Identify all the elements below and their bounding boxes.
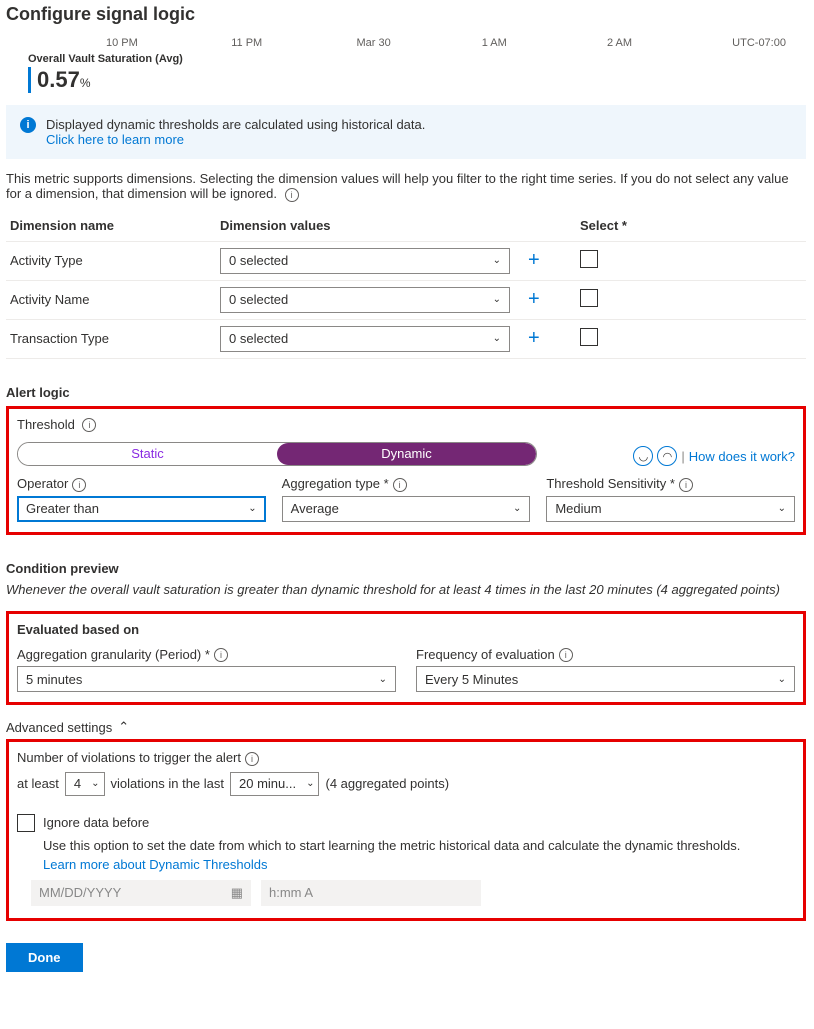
info-icon[interactable]: i bbox=[679, 478, 693, 492]
info-icon[interactable]: i bbox=[72, 478, 86, 492]
table-row: Activity Name 0 selected⌄ + bbox=[6, 280, 806, 319]
dimensions-table: Dimension name Dimension values Select *… bbox=[6, 210, 806, 359]
timeline: 10 PM 11 PM Mar 30 1 AM 2 AM UTC-07:00 bbox=[6, 37, 806, 49]
chevron-up-icon: ⌃ bbox=[118, 719, 129, 735]
info-icon[interactable]: i bbox=[393, 478, 407, 492]
time-tick: 2 AM bbox=[607, 37, 732, 49]
col-dimension-name: Dimension name bbox=[6, 210, 216, 242]
dimension-value-select[interactable]: 0 selected⌄ bbox=[220, 287, 510, 313]
info-banner: i Displayed dynamic thresholds are calcu… bbox=[6, 105, 806, 159]
period-select[interactable]: 5 minutes⌄ bbox=[17, 666, 396, 692]
add-dimension-button[interactable]: + bbox=[520, 288, 548, 310]
calendar-icon: ▦ bbox=[231, 885, 243, 901]
threshold-toggle: Static Dynamic bbox=[17, 442, 537, 466]
sensitivity-select[interactable]: Medium⌄ bbox=[546, 496, 795, 522]
learn-dynamic-thresholds-link[interactable]: Learn more about Dynamic Thresholds bbox=[43, 857, 795, 872]
chevron-down-icon: ⌄ bbox=[493, 333, 501, 344]
select-checkbox[interactable] bbox=[580, 289, 598, 307]
time-tick: 11 PM bbox=[231, 37, 356, 49]
learn-more-link[interactable]: Click here to learn more bbox=[46, 132, 425, 147]
ignore-data-label: Ignore data before bbox=[43, 815, 149, 830]
alert-logic-heading: Alert logic bbox=[6, 385, 806, 400]
operator-label: Operator bbox=[17, 476, 68, 491]
chevron-down-icon: ⌄ bbox=[493, 255, 501, 266]
ignore-data-description: Use this option to set the date from whi… bbox=[43, 838, 795, 853]
metric-card: Overall Vault Saturation (Avg) 0.57% bbox=[6, 51, 806, 101]
dimension-value-select[interactable]: 0 selected⌄ bbox=[220, 326, 510, 352]
dimension-value-select[interactable]: 0 selected⌄ bbox=[220, 248, 510, 274]
ignore-data-checkbox[interactable] bbox=[17, 814, 35, 832]
info-icon[interactable]: i bbox=[285, 188, 299, 202]
frequency-label: Frequency of evaluation bbox=[416, 647, 555, 662]
evaluated-section: Evaluated based on Aggregation granulari… bbox=[6, 611, 806, 706]
dim-name: Activity Type bbox=[6, 241, 216, 280]
dimensions-intro: This metric supports dimensions. Selecti… bbox=[6, 171, 806, 202]
time-tick: 10 PM bbox=[106, 37, 231, 49]
banner-text: Displayed dynamic thresholds are calcula… bbox=[46, 117, 425, 132]
page-title: Configure signal logic bbox=[6, 4, 806, 25]
info-icon[interactable]: i bbox=[245, 752, 259, 766]
violations-middle-text: violations in the last bbox=[111, 776, 224, 791]
frequency-select[interactable]: Every 5 Minutes⌄ bbox=[416, 666, 795, 692]
info-icon[interactable]: i bbox=[82, 418, 96, 432]
select-checkbox[interactable] bbox=[580, 328, 598, 346]
violation-count-select[interactable]: 4⌄ bbox=[65, 772, 105, 796]
aggregation-type-select[interactable]: Average⌄ bbox=[282, 496, 531, 522]
at-least-text: at least bbox=[17, 776, 59, 791]
chevron-down-icon: ⌄ bbox=[778, 503, 786, 514]
time-tick: Mar 30 bbox=[356, 37, 481, 49]
threshold-dynamic-option[interactable]: Dynamic bbox=[277, 443, 536, 465]
table-row: Transaction Type 0 selected⌄ + bbox=[6, 319, 806, 358]
info-icon[interactable]: i bbox=[214, 648, 228, 662]
select-checkbox[interactable] bbox=[580, 250, 598, 268]
evaluated-heading: Evaluated based on bbox=[17, 622, 795, 637]
done-button[interactable]: Done bbox=[6, 943, 83, 972]
chevron-down-icon: ⌄ bbox=[778, 674, 786, 685]
smile-face-icon[interactable]: ◡ bbox=[633, 446, 653, 466]
operator-select[interactable]: Greater than⌄ bbox=[17, 496, 266, 522]
chevron-down-icon: ⌄ bbox=[379, 674, 387, 685]
sad-face-icon[interactable]: ◠ bbox=[657, 446, 677, 466]
dim-name: Activity Name bbox=[6, 280, 216, 319]
advanced-settings-toggle[interactable]: Advanced settings ⌃ bbox=[6, 719, 806, 735]
info-icon: i bbox=[20, 117, 36, 133]
violation-window-select[interactable]: 20 minu...⌄ bbox=[230, 772, 319, 796]
time-tick: 1 AM bbox=[482, 37, 607, 49]
advanced-section: Number of violations to trigger the aler… bbox=[6, 739, 806, 921]
condition-preview-text: Whenever the overall vault saturation is… bbox=[6, 582, 806, 597]
chevron-down-icon: ⌄ bbox=[306, 778, 314, 789]
sensitivity-label: Threshold Sensitivity * bbox=[546, 476, 675, 491]
col-dimension-values: Dimension values bbox=[216, 210, 516, 242]
time-input[interactable]: h:mm A bbox=[261, 880, 481, 906]
col-select: Select * bbox=[576, 210, 806, 242]
chevron-down-icon: ⌄ bbox=[493, 294, 501, 305]
chevron-down-icon: ⌄ bbox=[91, 778, 99, 789]
threshold-label: Threshold bbox=[17, 417, 75, 432]
info-icon[interactable]: i bbox=[559, 648, 573, 662]
alert-logic-section: Threshold i Static Dynamic ◡ ◠ | How doe… bbox=[6, 406, 806, 535]
metric-name: Overall Vault Saturation (Avg) bbox=[28, 53, 806, 65]
add-dimension-button[interactable]: + bbox=[520, 327, 548, 349]
metric-value: 0.57% bbox=[28, 67, 806, 93]
violations-label: Number of violations to trigger the aler… bbox=[17, 750, 241, 765]
period-label: Aggregation granularity (Period) * bbox=[17, 647, 210, 662]
date-input[interactable]: MM/DD/YYYY▦ bbox=[31, 880, 251, 906]
condition-preview-heading: Condition preview bbox=[6, 561, 806, 576]
threshold-static-option[interactable]: Static bbox=[18, 443, 277, 465]
aggregated-points-text: (4 aggregated points) bbox=[325, 776, 449, 791]
how-does-it-work-link[interactable]: How does it work? bbox=[689, 449, 795, 464]
dim-name: Transaction Type bbox=[6, 319, 216, 358]
aggregation-type-label: Aggregation type * bbox=[282, 476, 389, 491]
table-row: Activity Type 0 selected⌄ + bbox=[6, 241, 806, 280]
chevron-down-icon: ⌄ bbox=[513, 503, 521, 514]
add-dimension-button[interactable]: + bbox=[520, 249, 548, 271]
chevron-down-icon: ⌄ bbox=[248, 503, 256, 514]
timezone-label: UTC-07:00 bbox=[732, 37, 806, 49]
